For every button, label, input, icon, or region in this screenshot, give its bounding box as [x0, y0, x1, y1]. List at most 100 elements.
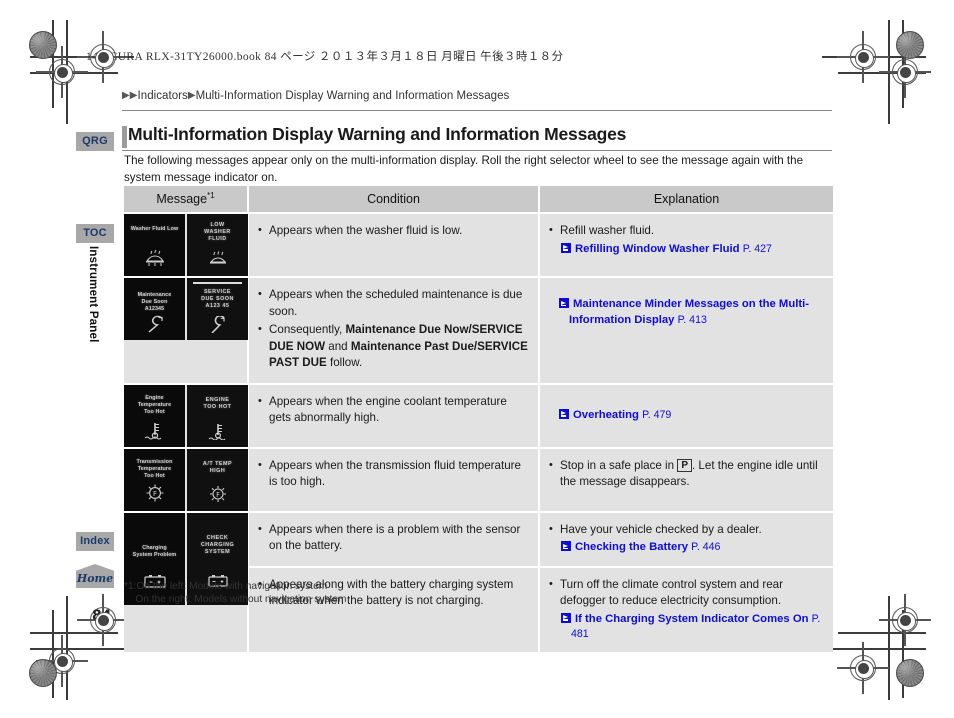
display-image-nonnav: A/T TEMP HIGH F [187, 448, 248, 511]
display-image-nonnav: SERVICE DUE SOON A123 45 [187, 278, 248, 340]
display-text-left: Engine Temperature Too Hot [137, 394, 172, 415]
cross-reference-title: Refilling Window Washer Fluid [575, 242, 740, 255]
explanation-pre-text: Stop in a safe place in [560, 458, 678, 472]
link-arrow-icon [561, 541, 571, 551]
footnote: *1:On the left: Models with navigation s… [124, 581, 347, 605]
explanation-bullet: Have your vehicle checked by a dealer. [549, 521, 823, 539]
link-arrow-icon [561, 242, 571, 253]
message-cell: Engine Temperature Too Hot ENGINE TOO HO… [124, 382, 249, 448]
breadcrumb-arrow-2: ▶ [129, 90, 138, 101]
condition-cell: Appears when the engine coolant temperat… [248, 382, 540, 448]
park-gear-box: P [677, 458, 692, 472]
registration-mark-top-right-lower [879, 46, 931, 98]
header-divider [122, 110, 832, 111]
cross-reference-page: P. 413 [677, 313, 707, 326]
color-bar-dot-top-right [896, 31, 924, 59]
display-image-pair: Washer Fluid Low LOW WASHER FLUID [124, 214, 248, 276]
cross-reference-link[interactable]: Refilling Window Washer Fluid P. 427 [549, 242, 823, 258]
display-image-nav: Washer Fluid Low [124, 214, 185, 276]
wrench-icon [187, 316, 248, 333]
display-text-right: SERVICE DUE SOON A123 45 [201, 289, 234, 310]
color-bar-dot-bottom-left [29, 659, 57, 687]
message-cell: Transmission Temperature Too Hot F A/T T… [124, 446, 249, 512]
display-image-nav: Maintenance Due Soon A12345 [124, 278, 185, 340]
display-image-nav: Engine Temperature Too Hot [124, 384, 185, 447]
crop-line-bottom-right-h [822, 648, 926, 650]
breadcrumb: ▶▶Indicators▶Multi-Information Display W… [122, 90, 509, 102]
cross-reference-page: P. 446 [691, 541, 721, 553]
display-image-nav: Transmission Temperature Too Hot F [124, 448, 185, 511]
registration-mark-top-right [837, 31, 889, 83]
table-row: Engine Temperature Too Hot ENGINE TOO HO… [124, 382, 833, 448]
cross-reference-title: Checking the Battery [575, 541, 688, 553]
condition-cell: Appears when the washer fluid is low. [248, 212, 540, 277]
explanation-cell: Turn off the climate control system and … [539, 565, 833, 652]
washer-fluid-icon [124, 249, 185, 269]
display-text-right: LOW WASHER FLUID [204, 222, 231, 243]
display-image-nonnav: ENGINE TOO HOT [187, 384, 248, 447]
wrench-icon [124, 315, 185, 333]
cross-reference-link[interactable]: Overheating P. 479 [549, 408, 823, 424]
display-text-right: CHECK CHARGING SYSTEM [200, 534, 235, 555]
display-image-pair: Maintenance Due Soon A12345 SERVICE DUE … [124, 278, 248, 340]
message-cell: Maintenance Due Soon A12345 SERVICE DUE … [124, 276, 249, 384]
crop-line-bottom-left-h [30, 648, 134, 650]
link-arrow-icon [561, 612, 571, 623]
cond-mid: and [325, 339, 351, 353]
table-row: Charging System Problem CHECK CHARGING S… [124, 510, 833, 652]
intro-paragraph: The following messages appear only on th… [124, 154, 804, 184]
display-text-left: Maintenance Due Soon A12345 [137, 292, 172, 313]
registration-mark-bottom-right [837, 642, 889, 694]
explanation-bullet: Stop in a safe place in P. Let the engin… [549, 457, 823, 491]
explanation-bullet: Refill washer fluid. [549, 222, 823, 240]
sidebar-tab-qrg[interactable]: QRG [76, 132, 114, 151]
explanation-cell: Stop in a safe place in P. Let the engin… [539, 446, 833, 512]
display-image-pair: Engine Temperature Too Hot ENGINE TOO HO… [124, 384, 248, 447]
cond-prefix: Consequently, [269, 323, 346, 336]
display-text-right: ENGINE TOO HOT [203, 396, 232, 410]
washer-fluid-icon [187, 251, 248, 269]
condition-bullet: Appears when the transmission fluid temp… [258, 457, 528, 491]
condition-cell: Appears when the scheduled maintenance i… [248, 276, 540, 384]
book-header-line: 14 ACURA RLX-31TY26000.book 84 ページ ２０１３年… [86, 51, 564, 63]
table-row: Maintenance Due Soon A12345 SERVICE DUE … [124, 276, 833, 384]
breadcrumb-arrow-3: ▶ [187, 90, 196, 101]
crop-line-bottom-right-h2 [838, 632, 926, 634]
cross-reference-page: P. 427 [742, 242, 772, 255]
condition-bullet-bold: Consequently, Maintenance Due Now/SERVIC… [258, 321, 528, 372]
condition-bullet: Appears when the engine coolant temperat… [258, 393, 528, 427]
table-header-row: Message*1 Condition Explanation [124, 186, 833, 213]
link-arrow-icon [559, 298, 569, 308]
cross-reference-link[interactable]: Maintenance Minder Messages on the Multi… [549, 297, 823, 328]
coolant-temp-icon [124, 420, 185, 440]
display-image-nonnav: LOW WASHER FLUID [187, 214, 248, 276]
at-temp-icon: F [124, 482, 185, 504]
sidebar-tab-toc[interactable]: TOC [76, 224, 114, 243]
explanation-bullet: Turn off the climate control system and … [549, 576, 823, 610]
cond-suffix: follow. [326, 356, 363, 369]
page-title: Multi-Information Display Warning and In… [128, 124, 627, 144]
message-footnote-marker: *1 [207, 191, 215, 201]
column-header-message: Message*1 [124, 186, 249, 213]
sidebar-tab-home[interactable]: Home [76, 564, 114, 588]
cross-reference-title: Overheating [573, 408, 639, 421]
condition-bullet: Appears when there is a problem with the… [258, 521, 528, 555]
at-temp-icon: F [187, 484, 248, 504]
cross-reference-link[interactable]: Checking the Battery P. 446 [549, 540, 823, 556]
breadcrumb-level-2: Multi-Information Display Warning and In… [195, 90, 510, 102]
color-bar-dot-bottom-right [896, 659, 924, 687]
table-row: Transmission Temperature Too Hot F A/T T… [124, 446, 833, 512]
color-bar-dot-top-left [29, 31, 57, 59]
sidebar-tab-index[interactable]: Index [76, 532, 114, 551]
condition-bullet: Appears when the washer fluid is low. [258, 222, 528, 240]
cross-reference-link[interactable]: If the Charging System Indicator Comes O… [549, 612, 823, 643]
link-arrow-icon [559, 408, 569, 419]
breadcrumb-level-1[interactable]: Indicators [138, 90, 188, 102]
condition-cell: Appears when there is a problem with the… [248, 510, 540, 567]
crop-line-bottom-right-v [888, 596, 890, 700]
svg-text:F: F [152, 490, 156, 498]
breadcrumb-arrow-1: ▶ [122, 90, 130, 101]
explanation-cell: Overheating P. 479 [539, 382, 833, 448]
table-row: Washer Fluid Low LOW WASHER FLUID • Appe… [124, 212, 833, 277]
display-text-left: Transmission Temperature Too Hot [136, 458, 173, 479]
